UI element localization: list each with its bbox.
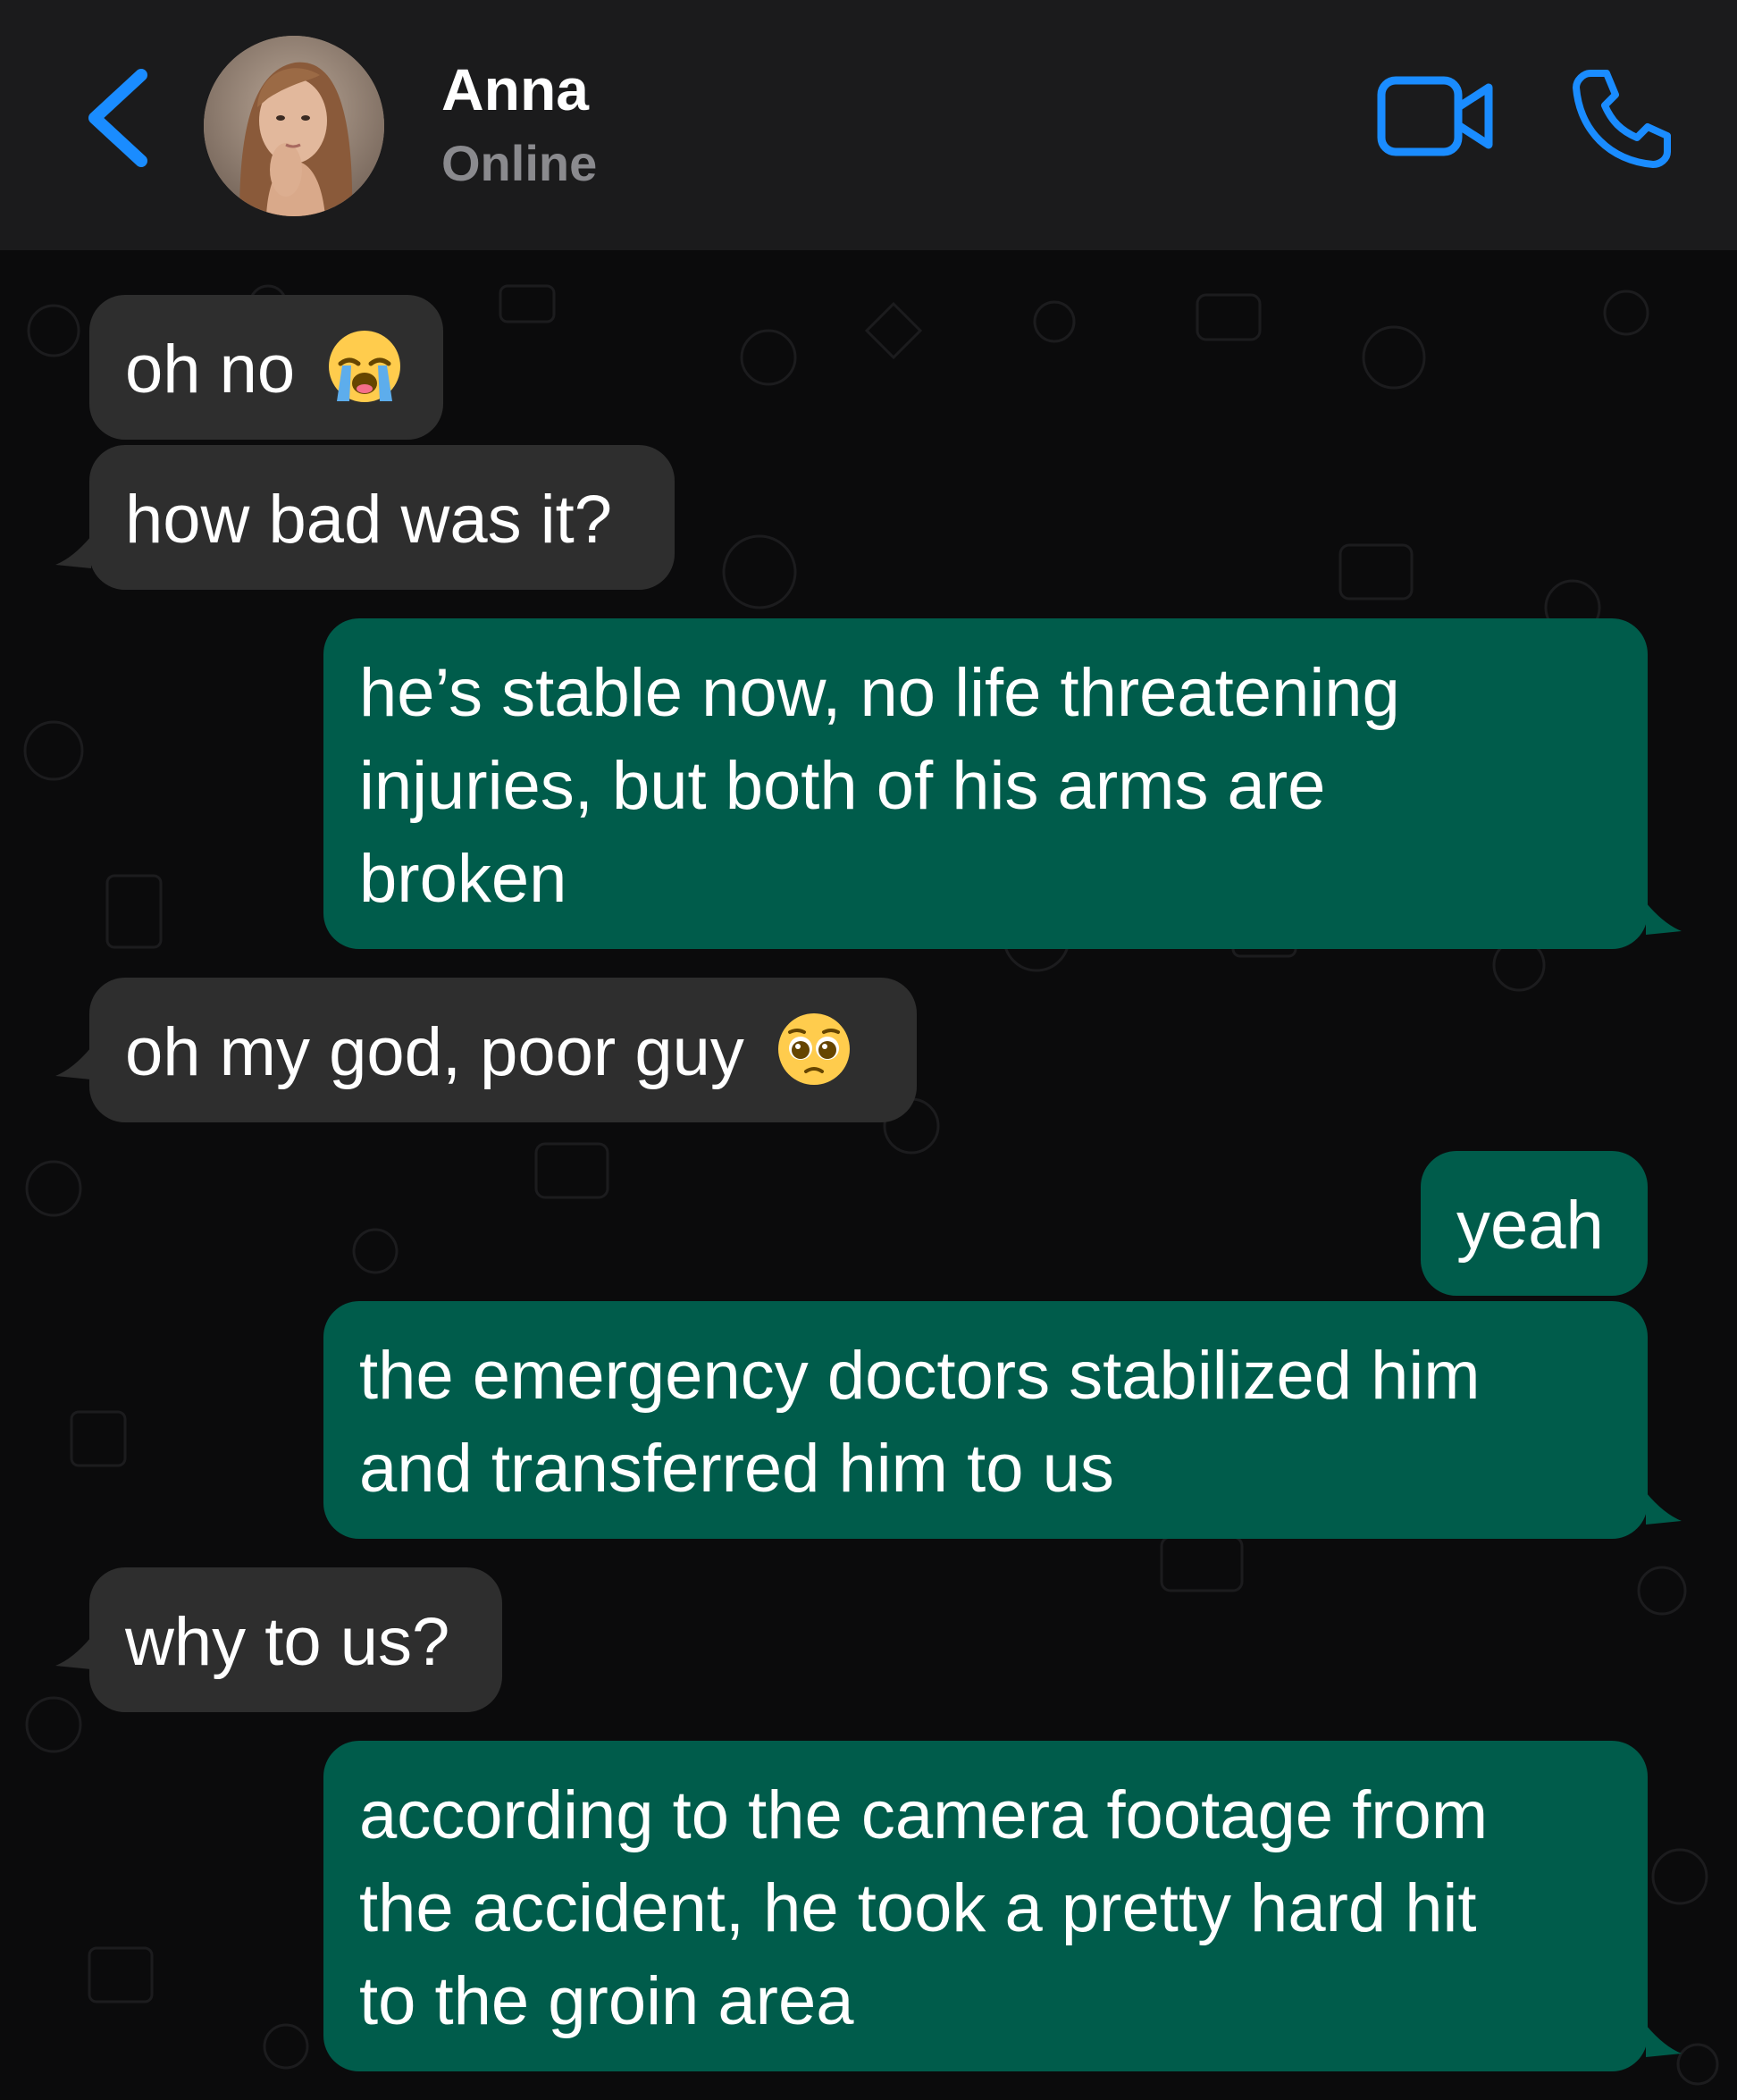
message-text: according to the camera footage from — [359, 1777, 1489, 1853]
message-text: injuries, but both of his arms are — [359, 748, 1326, 824]
message-text: yeah — [1456, 1188, 1604, 1264]
message-text: oh my god, poor guy — [125, 1014, 744, 1090]
message-bubble-outgoing[interactable]: according to the camera footage from the… — [323, 1741, 1648, 2071]
bubble-tail-outgoing — [1646, 2025, 1682, 2057]
chevron-left-icon — [88, 69, 147, 167]
phone-icon — [1573, 70, 1671, 168]
avatar-photo — [204, 36, 384, 216]
message-text: broken — [359, 841, 567, 917]
bubble-tail-outgoing — [1646, 903, 1682, 935]
message-text: and transferred him to us — [359, 1431, 1114, 1507]
pleading-face-emoji-icon — [778, 1013, 850, 1085]
message-text: oh no — [125, 332, 296, 407]
chat-header: Anna Online — [0, 0, 1737, 250]
video-camera-icon — [1377, 76, 1493, 156]
message-text: how bad was it? — [125, 482, 612, 558]
message-bubble-outgoing[interactable]: yeah — [1421, 1151, 1648, 1296]
contact-name[interactable]: Anna — [441, 55, 589, 123]
contact-status: Online — [441, 135, 598, 191]
voice-call-button[interactable] — [1571, 66, 1674, 170]
message-text: why to us? — [125, 1604, 450, 1680]
message-text: the accident, he took a pretty hard hit — [359, 1870, 1477, 1946]
message-text: he’s stable now, no life threatening — [359, 655, 1400, 731]
message-text: to the groin area — [359, 1963, 854, 2039]
message-bubble-incoming[interactable]: how bad was it? — [89, 445, 675, 590]
message-bubble-outgoing[interactable]: the emergency doctors stabilized him and… — [323, 1301, 1648, 1539]
bubble-tail-incoming — [55, 1047, 91, 1079]
bubble-tail-outgoing — [1646, 1492, 1682, 1525]
message-bubble-outgoing[interactable]: he’s stable now, no life threatening inj… — [323, 618, 1648, 949]
bubble-tail-incoming — [55, 1637, 91, 1669]
bubble-tail-incoming — [55, 536, 91, 568]
message-bubble-incoming[interactable]: oh no — [89, 295, 443, 440]
loudly-crying-emoji-icon — [329, 331, 401, 402]
video-call-button[interactable] — [1376, 71, 1496, 161]
message-bubble-incoming[interactable]: why to us? — [89, 1567, 502, 1712]
message-bubble-incoming[interactable]: oh my god, poor guy — [89, 978, 917, 1122]
chat-area[interactable]: oh no how bad was it? he’s stable now, n… — [0, 250, 1737, 2100]
back-button[interactable] — [79, 63, 159, 170]
message-text: the emergency doctors stabilized him — [359, 1338, 1481, 1414]
avatar[interactable] — [204, 36, 384, 216]
